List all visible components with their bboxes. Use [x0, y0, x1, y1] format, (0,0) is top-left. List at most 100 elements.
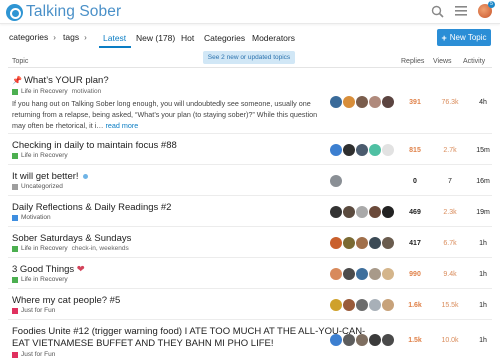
column-header-replies[interactable]: Replies	[401, 58, 424, 65]
last-activity[interactable]: 1h	[469, 337, 497, 344]
avatar[interactable]	[369, 299, 381, 311]
topic-tags[interactable]: check-in, weekends	[72, 245, 129, 252]
reply-count[interactable]: 469	[401, 209, 429, 216]
avatar[interactable]	[369, 237, 381, 249]
last-activity[interactable]: 16m	[469, 178, 497, 185]
poster-avatars	[330, 175, 342, 187]
reply-count[interactable]: 1.5k	[401, 337, 429, 344]
column-header-activity[interactable]: Activity	[463, 58, 485, 65]
avatar[interactable]	[369, 334, 381, 346]
reply-count[interactable]: 391	[401, 99, 429, 106]
avatar[interactable]	[356, 268, 368, 280]
last-activity[interactable]: 1h	[469, 240, 497, 247]
avatar[interactable]	[356, 206, 368, 218]
topic-title-link[interactable]: Sober Saturdays & Sundays	[12, 233, 131, 244]
topic-category[interactable]: Motivation	[12, 214, 51, 221]
last-activity[interactable]: 19m	[469, 209, 497, 216]
avatar[interactable]	[382, 334, 394, 346]
categories-dropdown[interactable]: categories ›	[9, 32, 56, 42]
topic-category[interactable]: Life in Recovery	[12, 276, 68, 283]
reply-count[interactable]: 815	[401, 147, 429, 154]
avatar[interactable]	[369, 144, 381, 156]
new-topics-banner[interactable]: See 2 new or updated topics	[203, 51, 295, 64]
tags-dropdown[interactable]: tags ›	[63, 32, 87, 42]
avatar[interactable]	[382, 299, 394, 311]
topic-title-link[interactable]: 📌 What’s YOUR plan?	[12, 75, 109, 86]
avatar[interactable]	[356, 334, 368, 346]
column-header-views[interactable]: Views	[433, 58, 452, 65]
topic-category[interactable]: Life in Recovery motivation	[12, 88, 101, 95]
avatar[interactable]	[382, 206, 394, 218]
avatar[interactable]	[343, 299, 355, 311]
search-icon[interactable]	[430, 4, 444, 18]
avatar[interactable]	[343, 237, 355, 249]
last-activity[interactable]: 4h	[469, 99, 497, 106]
new-topic-button[interactable]: + New Topic	[437, 29, 491, 46]
topic-title-link[interactable]: 3 Good Things ❤	[12, 264, 85, 275]
avatar[interactable]	[343, 144, 355, 156]
site-header: Talking Sober 5	[0, 0, 500, 24]
reply-count[interactable]: 0	[401, 178, 429, 185]
tab-hot[interactable]: Hot	[181, 33, 194, 43]
site-logo[interactable]: Talking Sober	[6, 3, 121, 21]
avatar[interactable]	[330, 334, 342, 346]
avatar[interactable]	[382, 237, 394, 249]
tags-dropdown-label: tags	[63, 32, 80, 42]
avatar[interactable]	[343, 206, 355, 218]
topic-row: Checking in daily to maintain focus #88 …	[8, 134, 492, 165]
avatar[interactable]	[343, 268, 355, 280]
view-count: 9.4k	[443, 271, 457, 278]
topic-title-link[interactable]: Daily Reflections & Daily Readings #2	[12, 202, 171, 213]
topic-category[interactable]: Life in Recovery	[12, 152, 68, 159]
avatar[interactable]	[343, 96, 355, 108]
avatar[interactable]	[369, 96, 381, 108]
avatar[interactable]	[343, 334, 355, 346]
avatar[interactable]	[330, 237, 342, 249]
last-activity[interactable]: 1h	[469, 271, 497, 278]
topic-title-link[interactable]: Where my cat people? #5	[12, 295, 120, 306]
avatar[interactable]	[330, 299, 342, 311]
last-activity[interactable]: 1h	[469, 302, 497, 309]
avatar[interactable]	[356, 299, 368, 311]
topic-title-link[interactable]: Foodies Unite #12 (trigger warning food)…	[12, 326, 365, 337]
avatar[interactable]	[356, 96, 368, 108]
avatar[interactable]	[330, 206, 342, 218]
topic-row: 📌 What’s YOUR plan? Life in Recovery moti…	[8, 68, 492, 134]
column-header-topic[interactable]: Topic	[12, 58, 28, 65]
active-tab-indicator	[99, 46, 131, 48]
tab-moderators[interactable]: Moderators	[252, 33, 295, 43]
avatar[interactable]	[330, 144, 342, 156]
navigation-bar: categories › tags › Latest New (178) Hot…	[0, 28, 500, 50]
topic-category[interactable]: Life in Recovery check-in, weekends	[12, 245, 129, 252]
topic-title-link[interactable]: It will get better!	[12, 171, 88, 182]
reply-count[interactable]: 990	[401, 271, 429, 278]
tab-new[interactable]: New (178)	[136, 33, 175, 43]
avatar[interactable]	[330, 268, 342, 280]
avatar[interactable]	[369, 206, 381, 218]
topic-category[interactable]: Just for Fun	[12, 307, 55, 314]
avatar[interactable]	[356, 237, 368, 249]
category-color-swatch	[12, 276, 18, 283]
topic-category[interactable]: Just for Fun	[12, 351, 55, 358]
avatar[interactable]	[369, 268, 381, 280]
avatar[interactable]	[356, 144, 368, 156]
hamburger-menu-icon[interactable]	[454, 4, 468, 18]
poster-avatars	[330, 268, 394, 280]
avatar[interactable]	[382, 144, 394, 156]
last-activity[interactable]: 15m	[469, 147, 497, 154]
avatar[interactable]	[330, 96, 342, 108]
topic-title-link-continued[interactable]: EAT VIETNAMESE BUFFET AND THEY BAHN MI P…	[12, 338, 273, 349]
tab-categories[interactable]: Categories	[204, 33, 245, 43]
topic-title-link[interactable]: Checking in daily to maintain focus #88	[12, 140, 177, 151]
topic-tags[interactable]: motivation	[72, 88, 102, 95]
read-more-link[interactable]: read more	[105, 121, 138, 130]
avatar[interactable]	[330, 175, 342, 187]
reply-count[interactable]: 1.6k	[401, 302, 429, 309]
user-avatar[interactable]: 5	[478, 1, 495, 18]
tab-latest[interactable]: Latest	[103, 33, 126, 43]
avatar[interactable]	[382, 268, 394, 280]
view-count: 7	[448, 178, 452, 185]
avatar[interactable]	[382, 96, 394, 108]
reply-count[interactable]: 417	[401, 240, 429, 247]
topic-category[interactable]: Uncategorized	[12, 183, 63, 190]
